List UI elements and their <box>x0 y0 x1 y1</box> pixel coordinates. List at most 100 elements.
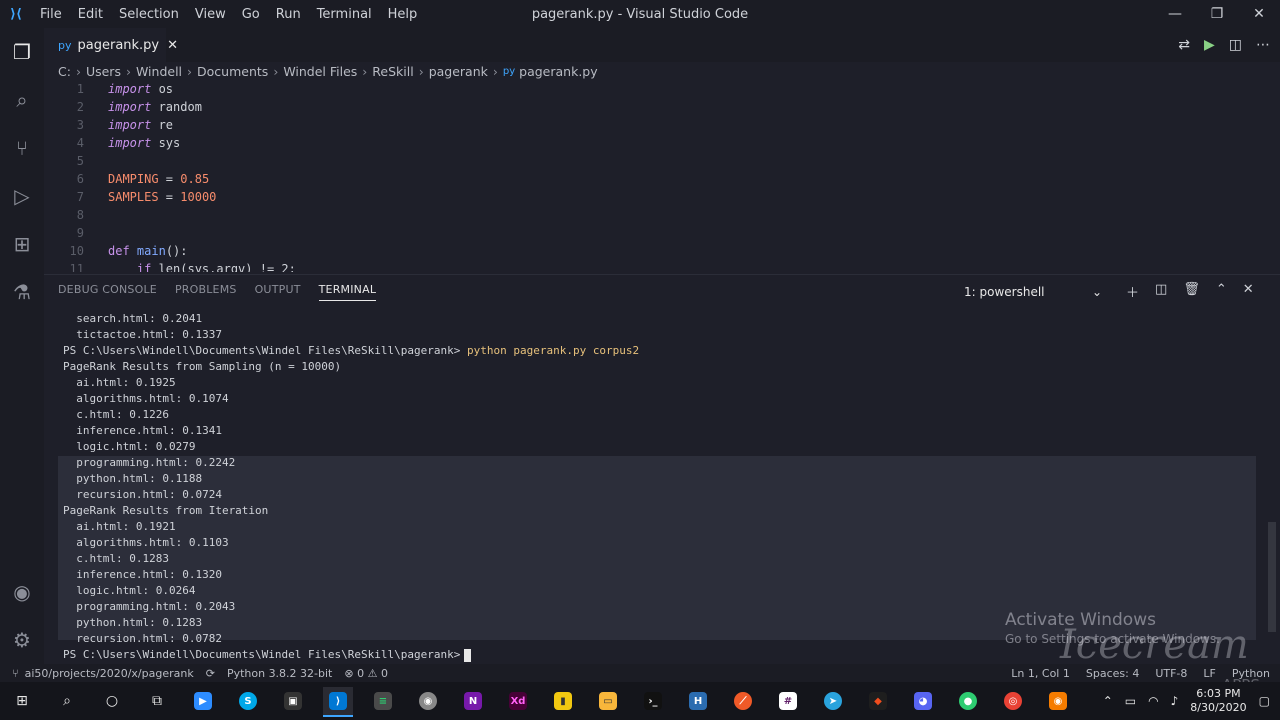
code-line: 6 DAMPING = 0.85 <box>76 172 210 186</box>
file-explorer-app-icon[interactable]: ▭ <box>593 687 623 715</box>
cmd-app-icon[interactable]: ›_ <box>638 687 668 715</box>
run-debug-icon[interactable]: ▷ <box>0 172 44 220</box>
status-workspace[interactable]: ai50/projects/2020/x/pagerank <box>25 667 194 680</box>
compare-changes-icon[interactable]: ⇄ <box>1178 37 1190 53</box>
breadcrumb-item[interactable]: C: <box>58 64 71 79</box>
status-cursor-pos[interactable]: Ln 1, Col 1 <box>1011 667 1070 680</box>
extensions-icon[interactable]: ⊞ <box>0 220 44 268</box>
bottom-panel: DEBUG CONSOLE PROBLEMS OUTPUT TERMINAL 1… <box>44 274 1280 665</box>
status-problems[interactable]: ⊗ 0 ⚠ 0 <box>344 667 388 680</box>
tab-problems[interactable]: PROBLEMS <box>175 283 237 301</box>
skype-app-icon[interactable]: S <box>233 687 263 715</box>
split-editor-icon[interactable]: ◫ <box>1229 37 1242 53</box>
breadcrumb-item[interactable]: Documents <box>197 64 268 79</box>
tab-terminal[interactable]: TERMINAL <box>318 283 377 301</box>
powerbi-app-icon[interactable]: ▮ <box>548 687 578 715</box>
app-icon[interactable]: ● <box>953 687 983 715</box>
code-line: 1 import os <box>76 82 174 96</box>
minimize-button[interactable]: — <box>1154 0 1196 28</box>
slack-app-icon[interactable]: # <box>773 687 803 715</box>
close-window-button[interactable]: ✕ <box>1238 0 1280 28</box>
breadcrumb: C: › Users › Windell › Documents › Windel Fi… <box>58 63 598 79</box>
breadcrumb-item[interactable]: Windell <box>136 64 182 79</box>
close-panel-icon[interactable]: ✕ <box>1243 282 1254 301</box>
windows-start-icon[interactable]: ⊞ <box>7 687 37 715</box>
settings-gear-icon[interactable]: ⚙ <box>0 616 44 664</box>
breadcrumb-item[interactable]: Windel Files <box>283 64 357 79</box>
more-actions-icon[interactable]: ⋯ <box>1256 37 1270 53</box>
menu-terminal[interactable]: Terminal <box>309 7 380 22</box>
terminal-line: PageRank Results from Sampling (n = 1000… <box>63 360 342 373</box>
menu-go[interactable]: Go <box>234 7 268 22</box>
discord-app-icon[interactable]: ◕ <box>908 687 938 715</box>
code-line: 8 <box>76 208 84 222</box>
status-eol[interactable]: LF <box>1203 667 1215 680</box>
taskbar-clock[interactable]: 6:03 PM 8/30/2020 <box>1190 687 1246 715</box>
search-icon[interactable]: ⌕ <box>0 76 44 124</box>
app-icon[interactable]: H <box>683 687 713 715</box>
task-view-icon[interactable]: ⧉ <box>142 687 172 715</box>
figma-app-icon[interactable]: ◆ <box>863 687 893 715</box>
tab-pagerank-py[interactable]: py pagerank.py ✕ <box>44 28 178 62</box>
cortana-icon[interactable]: ○ <box>97 687 127 715</box>
terminal-line: logic.html: 0.0264 <box>63 584 196 597</box>
explorer-icon[interactable]: ❐ <box>0 28 44 76</box>
terminal-select[interactable]: 1: powershell ⌄ <box>956 282 1110 302</box>
battery-icon[interactable]: ▭ <box>1125 694 1136 708</box>
menu-file[interactable]: File <box>32 7 70 22</box>
chrome-app-icon[interactable]: ◎ <box>998 687 1028 715</box>
menu-help[interactable]: Help <box>380 7 426 22</box>
breadcrumb-item[interactable]: ReSkill <box>372 64 413 79</box>
app-icon[interactable]: ◉ <box>1043 687 1073 715</box>
close-tab-icon[interactable]: ✕ <box>167 38 178 53</box>
clock-time: 6:03 PM <box>1196 687 1241 700</box>
code-editor[interactable]: 1 import os 2 import random 3 import re 4 im… <box>44 80 1280 272</box>
terminal-line: algorithms.html: 0.1103 <box>63 536 229 549</box>
split-terminal-icon[interactable]: ◫ <box>1155 282 1167 301</box>
terminal-app-icon[interactable]: ▣ <box>278 687 308 715</box>
breadcrumb-item[interactable]: pagerank.py <box>519 64 598 79</box>
menu-run[interactable]: Run <box>268 7 309 22</box>
onenote-app-icon[interactable]: N <box>458 687 488 715</box>
new-terminal-icon[interactable]: ＋ <box>1126 282 1139 301</box>
menu-selection[interactable]: Selection <box>111 7 187 22</box>
zoom-app-icon[interactable]: ▶ <box>188 687 218 715</box>
editor-actions: ⇄ ▶ ◫ ⋯ <box>1178 28 1270 62</box>
terminal-line: c.html: 0.1226 <box>63 408 169 421</box>
sublime-app-icon[interactable]: ≡ <box>368 687 398 715</box>
account-icon[interactable]: ◉ <box>0 568 44 616</box>
terminal-line: logic.html: 0.0279 <box>63 440 196 453</box>
testing-icon[interactable]: ⚗ <box>0 268 44 316</box>
volume-icon[interactable]: ♪ <box>1171 694 1179 708</box>
breadcrumb-item[interactable]: Users <box>86 64 121 79</box>
restore-button[interactable]: ❐ <box>1196 0 1238 28</box>
tab-debug-console[interactable]: DEBUG CONSOLE <box>58 283 157 301</box>
wifi-icon[interactable]: ◠ <box>1148 694 1158 708</box>
adobe-xd-app-icon[interactable]: Xd <box>503 687 533 715</box>
vscode-app-icon[interactable]: ⟩ <box>323 687 353 717</box>
maximize-panel-icon[interactable]: ⌃ <box>1216 282 1227 301</box>
kill-terminal-icon[interactable]: 🗑 <box>1183 282 1200 301</box>
status-indent[interactable]: Spaces: 4 <box>1086 667 1139 680</box>
sync-icon[interactable]: ⟳ <box>206 667 215 680</box>
telegram-app-icon[interactable]: ➤ <box>818 687 848 715</box>
menu-edit[interactable]: Edit <box>70 7 111 22</box>
status-encoding[interactable]: UTF-8 <box>1155 667 1187 680</box>
code-line: 4 import sys <box>76 136 181 150</box>
browser-app-icon[interactable]: ◉ <box>413 687 443 715</box>
editor-tabs: py pagerank.py ✕ ⇄ ▶ ◫ ⋯ <box>44 28 1280 62</box>
source-control-icon[interactable]: ⑂ <box>0 124 44 172</box>
chevron-up-icon[interactable]: ⌃ <box>1103 694 1113 708</box>
menu-view[interactable]: View <box>187 7 234 22</box>
taskbar-search-icon[interactable]: ⌕ <box>52 687 82 715</box>
title-bar: ⟩⟨ File Edit Selection View Go Run Termi… <box>0 0 1280 28</box>
status-python[interactable]: Python 3.8.2 32-bit <box>227 667 332 680</box>
notification-icon[interactable]: ▢ <box>1259 694 1270 708</box>
terminal-line: recursion.html: 0.0782 <box>63 632 222 645</box>
app-icon[interactable]: ⟋ <box>728 687 758 715</box>
run-file-icon[interactable]: ▶ <box>1204 37 1215 53</box>
panel-tabs: DEBUG CONSOLE PROBLEMS OUTPUT TERMINAL <box>58 283 394 301</box>
tab-output[interactable]: OUTPUT <box>255 283 301 301</box>
breadcrumb-item[interactable]: pagerank <box>429 64 488 79</box>
terminal-scrollbar[interactable] <box>1268 522 1276 632</box>
